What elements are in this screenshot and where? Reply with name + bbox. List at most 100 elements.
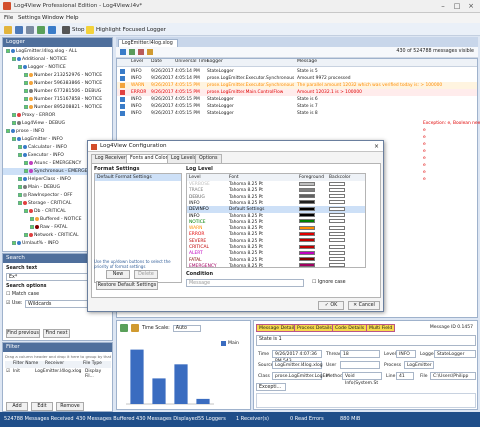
logger-tree-item[interactable]: Number 677281506 - DEBUG [3,88,101,95]
checkbox-icon[interactable] [18,152,22,157]
logger-tree-item[interactable]: Umlaut% - INFO [3,240,59,247]
logger-tree-item[interactable]: Number 895208821 - NOTICE [3,104,102,111]
filter-col-receiver[interactable]: Receiver [45,361,64,366]
logger-tree-item[interactable]: LogEmitter - INFO [3,136,63,143]
highlight-button[interactable]: Highlight Focused Logger [86,25,166,34]
table-row[interactable]: ERROR 9/26/2017 4:05:15 PM prose.LogEmitter… [117,89,477,96]
restore-defaults-button[interactable]: Restore Default Settings [96,281,158,290]
menu-help[interactable]: Help [66,15,79,21]
match-case-checkbox[interactable]: ☐ Match case [6,292,39,297]
level-row[interactable]: EMERGENCY Tahoma 8.25 Pt [187,263,365,267]
find-next-button[interactable]: Find next [43,329,70,338]
checkbox-icon[interactable] [24,232,28,237]
checkbox-icon[interactable] [12,120,16,125]
logger-tree-item[interactable]: Asunc - EMERGENCY [3,160,81,167]
logger-tree-item[interactable]: Proxy - ERROR [3,112,55,119]
dialog-close-icon[interactable]: × [374,143,379,150]
checkbox-icon[interactable] [24,72,28,77]
menu-settings[interactable]: Settings [18,15,41,21]
filter-add-button[interactable]: Add [6,402,28,411]
col-logger[interactable]: Logger [207,59,223,64]
use-checkbox[interactable]: ☑ Use: [6,301,22,306]
logger-tree-item[interactable]: HelperClass - INFO [3,176,71,183]
checkbox-icon[interactable] [18,144,22,149]
checkbox-icon[interactable] [12,240,16,245]
logger-tree-item[interactable]: Number 596383866 - NOTICE [3,80,102,87]
checkbox-icon[interactable] [18,64,22,69]
logger-tree-item[interactable]: Log4View - DEBUG [3,120,65,127]
minimize-icon[interactable]: – [436,1,450,11]
menu-window[interactable]: Window [42,15,64,21]
logger-tree-item[interactable]: Calculator - INFO [3,144,67,151]
filter-row[interactable]: ☑ Init LogEmitter.l4log.xlog Display Fil… [5,369,111,379]
checkbox-icon[interactable] [12,56,16,61]
logger-tree-item[interactable]: Storage - CRITICAL [3,200,71,207]
logger-tree-item[interactable]: Executor - INFO [3,152,64,159]
filter-remove-button[interactable]: Remove [56,402,84,411]
table-row[interactable]: INFO 9/26/2017 4:05:15 PM StateLogger State … [117,96,477,103]
tab-log[interactable]: LogEmitter.l4log.xlog [118,39,178,47]
col-date[interactable]: Date [151,59,162,64]
timescale-select[interactable]: Auto [172,324,201,332]
condition-select[interactable]: Message [186,279,304,287]
receiver-button[interactable] [37,25,45,34]
checkbox-icon[interactable] [18,192,22,197]
save-button[interactable] [15,25,23,34]
tab-process-details[interactable]: Process Details [294,324,335,332]
checkbox-icon[interactable] [24,104,28,109]
checkbox-icon[interactable] [24,168,28,173]
copy-icon[interactable] [120,49,126,55]
table-row[interactable]: INFO 9/26/2017 4:05:15 PM StateLogger State … [117,103,477,110]
ignore-case-checkbox[interactable]: ☐ Ignore case [312,280,346,285]
checkbox-icon[interactable] [18,176,22,181]
logger-tree-item[interactable]: prose - INFO [3,128,44,135]
checkbox-icon[interactable] [6,128,10,133]
logger-tree-item[interactable]: Additional - NOTICE [3,56,67,63]
settings-button[interactable] [26,25,34,34]
logger-tree-item[interactable]: Buffered - NOTICE [3,216,82,223]
new-button[interactable]: New [106,270,130,279]
tab-options[interactable]: Options [195,154,222,163]
cancel-button[interactable]: ✕ Cancel [348,301,380,310]
checkbox-icon[interactable] [24,80,28,85]
logger-tree-item[interactable]: Number 715167858 - NOTICE [3,96,102,103]
find-previous-button[interactable]: Find previous [6,329,40,338]
logger-tree-item[interactable]: Number 213252976 - NOTICE [3,72,102,79]
logger-tree-item[interactable]: Main - DEBUG [3,184,60,191]
table-row[interactable]: WARN 9/26/2017 4:05:15 PM prose.LogEmitter.… [117,82,477,89]
exception-select[interactable]: Excepti... [256,383,286,391]
logger-tree-item[interactable]: RawInspector - OFF [3,192,73,199]
play-icon[interactable] [120,324,128,332]
tab-message-details[interactable]: Message Details [256,324,300,332]
logger-tree-item[interactable]: Synchronous - EMERGENCY [3,168,97,175]
logger-tree-item[interactable]: Db - CRITICAL [3,208,66,215]
checkbox-icon[interactable] [24,160,28,165]
logger-tree-item[interactable]: Raw - FATAL [3,224,67,231]
table-row[interactable]: INFO 9/26/2017 4:05:15 PM StateLogger State … [117,110,477,117]
filter-col-name[interactable]: Filter Name [13,361,38,366]
checkbox-icon[interactable] [12,112,16,117]
checkbox-icon[interactable] [18,184,22,189]
col-level[interactable]: Level [131,59,143,64]
col-message[interactable]: Message [297,59,317,64]
logger-tree-item[interactable]: LogEmitter.l4lsg.xlog - ALL [3,48,77,55]
zoom-icon[interactable] [131,324,139,332]
open-button[interactable] [4,25,12,34]
maximize-icon[interactable]: □ [450,1,464,11]
clear-icon[interactable] [138,49,144,55]
checkbox-icon[interactable] [30,224,34,229]
filter-edit-button[interactable]: Edit [31,402,53,411]
close-icon[interactable]: × [464,1,478,11]
checkbox-icon[interactable] [24,96,28,101]
checkbox-icon[interactable] [6,48,10,53]
logger-tree-item[interactable]: Logger - NOTICE [3,64,66,71]
backcolor-swatch[interactable] [329,263,345,267]
bookmark-icon[interactable] [147,49,153,55]
checkbox-icon[interactable] [30,216,34,221]
delete-button[interactable]: Delete [134,270,158,279]
tab-code-details[interactable]: Code Details [332,324,368,332]
col-time[interactable]: Universal Time [175,59,209,64]
logger-tree-item[interactable]: Network - CRITICAL [3,232,79,239]
filter-col-type[interactable]: File Type [83,361,102,366]
stop-button[interactable]: Stop [62,25,85,34]
